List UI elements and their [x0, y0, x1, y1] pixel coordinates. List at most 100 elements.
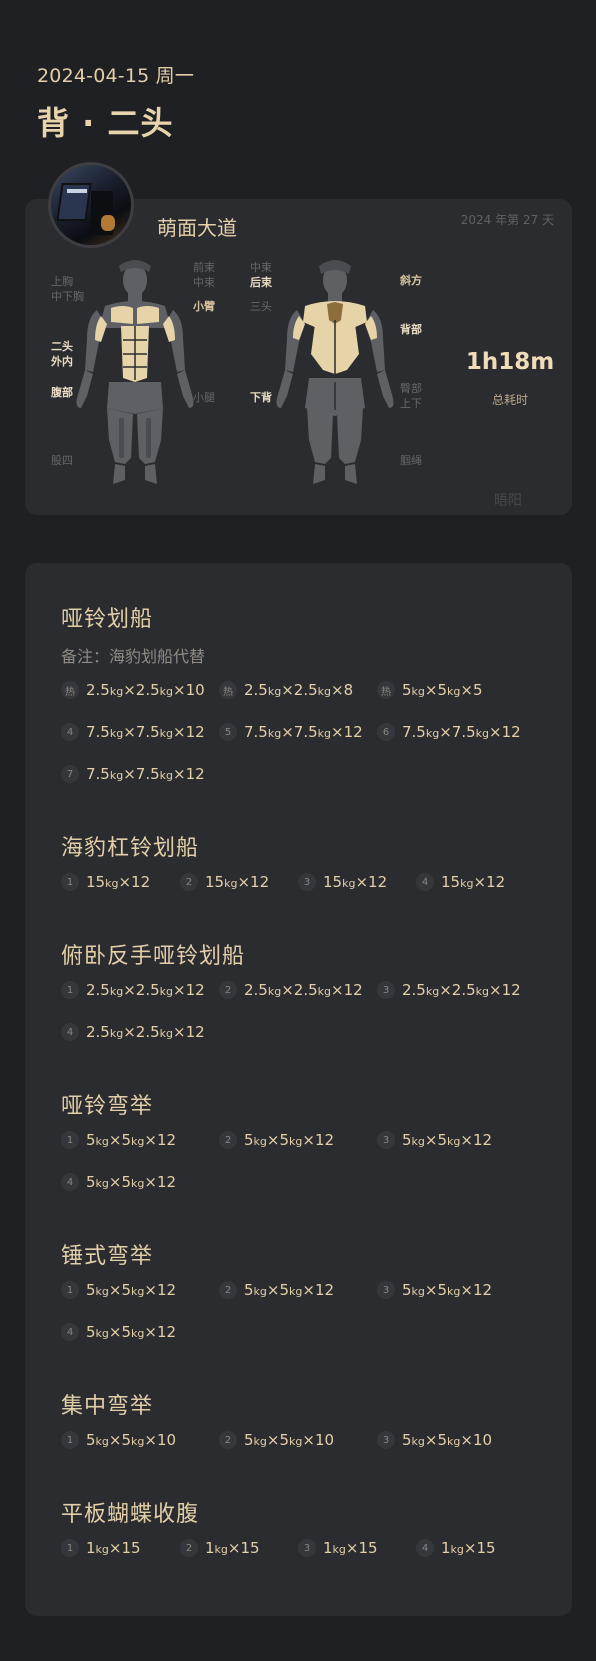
- set-value: ×12: [355, 873, 388, 891]
- exercise-title[interactable]: 集中弯举: [61, 1388, 153, 1420]
- set-entry[interactable]: 3 5kg×5kg×12: [377, 1129, 492, 1151]
- set-entry[interactable]: 3 5kg×5kg×12: [377, 1279, 492, 1301]
- exercise-title[interactable]: 平板蝴蝶收腹: [61, 1496, 199, 1528]
- set-number-badge: 2: [219, 1431, 237, 1449]
- exercise-title[interactable]: 海豹杠铃划船: [61, 830, 199, 862]
- unit-label: kg: [159, 1027, 174, 1040]
- set-weight-reps: 7.5kg×7.5kg×12: [402, 723, 521, 741]
- set-value: ×: [123, 1023, 136, 1041]
- set-entry[interactable]: 5 7.5kg×7.5kg×12: [219, 721, 363, 743]
- set-value: 7.5: [293, 723, 318, 741]
- total-duration: 1h18m: [465, 349, 555, 375]
- unit-label: kg: [95, 1435, 109, 1448]
- set-entry[interactable]: 4 15kg×12: [416, 871, 505, 893]
- unit-label: kg: [131, 1285, 145, 1298]
- set-value: ×12: [144, 1131, 177, 1149]
- set-entry[interactable]: 4 1kg×15: [416, 1537, 496, 1559]
- set-value: ×: [266, 1281, 280, 1299]
- set-value: ×: [281, 723, 294, 741]
- set-number-badge: 4: [61, 1323, 79, 1341]
- set-value: ×5: [460, 681, 483, 699]
- unit-label: kg: [159, 727, 174, 740]
- set-entry[interactable]: 2 5kg×5kg×10: [219, 1429, 334, 1451]
- set-entry[interactable]: 1 5kg×5kg×10: [61, 1429, 176, 1451]
- unit-label: kg: [95, 1177, 109, 1190]
- set-value: 5: [279, 1431, 290, 1449]
- set-weight-reps: 5kg×5kg×12: [86, 1131, 176, 1149]
- unit-label: kg: [95, 1327, 109, 1340]
- set-entry[interactable]: 6 7.5kg×7.5kg×12: [377, 721, 521, 743]
- unit-label: kg: [253, 1435, 267, 1448]
- set-entry[interactable]: 热 2.5kg×2.5kg×10: [61, 679, 205, 701]
- set-number-badge: 1: [61, 1539, 79, 1557]
- exercise-title[interactable]: 哑铃弯举: [61, 1088, 153, 1120]
- set-number-badge: 4: [416, 1539, 434, 1557]
- set-weight-reps: 5kg×5kg×10: [402, 1431, 492, 1449]
- set-weight-reps: 7.5kg×7.5kg×12: [244, 723, 363, 741]
- set-weight-reps: 1kg×15: [205, 1539, 260, 1557]
- set-entry[interactable]: 1 2.5kg×2.5kg×12: [61, 979, 205, 1001]
- set-entry[interactable]: 1 5kg×5kg×12: [61, 1279, 176, 1301]
- set-entry[interactable]: 2 1kg×15: [180, 1537, 260, 1559]
- set-value: ×15: [345, 1539, 378, 1557]
- set-weight-reps: 1kg×15: [441, 1539, 496, 1557]
- set-weight-reps: 5kg×5kg×12: [402, 1131, 492, 1149]
- set-value: 5: [437, 1281, 448, 1299]
- set-entry[interactable]: 2 5kg×5kg×12: [219, 1279, 334, 1301]
- unit-label: kg: [109, 727, 124, 740]
- set-weight-reps: 1kg×15: [323, 1539, 378, 1557]
- workout-title: 背 · 二头: [37, 104, 174, 142]
- set-value: 5: [437, 681, 448, 699]
- set-value: 2.5: [293, 981, 318, 999]
- set-entry[interactable]: 4 7.5kg×7.5kg×12: [61, 721, 205, 743]
- set-entry[interactable]: 2 15kg×12: [180, 871, 269, 893]
- set-value: ×10: [302, 1431, 335, 1449]
- unit-label: kg: [411, 1285, 425, 1298]
- set-entry[interactable]: 4 5kg×5kg×12: [61, 1171, 176, 1193]
- set-entry[interactable]: 热 5kg×5kg×5: [377, 679, 483, 701]
- unit-label: kg: [95, 1135, 109, 1148]
- set-entry[interactable]: 3 1kg×15: [298, 1537, 378, 1559]
- set-value: ×: [424, 1431, 438, 1449]
- set-value: 2.5: [293, 681, 318, 699]
- set-value: ×12: [489, 723, 521, 741]
- avatar[interactable]: [48, 162, 134, 248]
- unit-label: kg: [317, 685, 332, 698]
- unit-label: kg: [131, 1177, 145, 1190]
- set-number-badge: 4: [61, 1173, 79, 1191]
- set-number-badge: 2: [219, 1131, 237, 1149]
- set-entry[interactable]: 2 2.5kg×2.5kg×12: [219, 979, 363, 1001]
- set-value: ×: [123, 765, 136, 783]
- set-weight-reps: 2.5kg×2.5kg×12: [244, 981, 363, 999]
- set-entry[interactable]: 3 15kg×12: [298, 871, 387, 893]
- set-entry[interactable]: 热 2.5kg×2.5kg×8: [219, 679, 353, 701]
- set-weight-reps: 1kg×15: [86, 1539, 141, 1557]
- back-body-figure: [276, 260, 394, 484]
- set-entry[interactable]: 3 2.5kg×2.5kg×12: [377, 979, 521, 1001]
- unit-label: kg: [411, 1135, 425, 1148]
- unit-label: kg: [475, 985, 490, 998]
- set-value: ×15: [463, 1539, 496, 1557]
- set-value: ×: [108, 1131, 122, 1149]
- set-weight-reps: 5kg×5kg×10: [244, 1431, 334, 1449]
- set-weight-reps: 15kg×12: [86, 873, 150, 891]
- set-value: 2.5: [451, 981, 476, 999]
- exercise-title[interactable]: 锤式弯举: [61, 1238, 153, 1270]
- set-value: 5: [402, 1281, 412, 1299]
- set-value: ×15: [227, 1539, 260, 1557]
- exercise-title[interactable]: 哑铃划船: [61, 601, 153, 633]
- set-entry[interactable]: 1 1kg×15: [61, 1537, 141, 1559]
- set-entry[interactable]: 2 5kg×5kg×12: [219, 1129, 334, 1151]
- set-number-badge: 7: [61, 765, 79, 783]
- unit-label: kg: [332, 1543, 346, 1556]
- set-entry[interactable]: 1 5kg×5kg×12: [61, 1129, 176, 1151]
- exercise-title[interactable]: 俯卧反手哑铃划船: [61, 938, 245, 970]
- set-value: 2.5: [135, 981, 160, 999]
- set-entry[interactable]: 4 2.5kg×2.5kg×12: [61, 1021, 205, 1043]
- set-entry[interactable]: 7 7.5kg×7.5kg×12: [61, 763, 205, 785]
- unit-label: kg: [267, 685, 282, 698]
- set-entry[interactable]: 1 15kg×12: [61, 871, 150, 893]
- set-entry[interactable]: 4 5kg×5kg×12: [61, 1321, 176, 1343]
- set-value: 2.5: [402, 981, 426, 999]
- set-entry[interactable]: 3 5kg×5kg×10: [377, 1429, 492, 1451]
